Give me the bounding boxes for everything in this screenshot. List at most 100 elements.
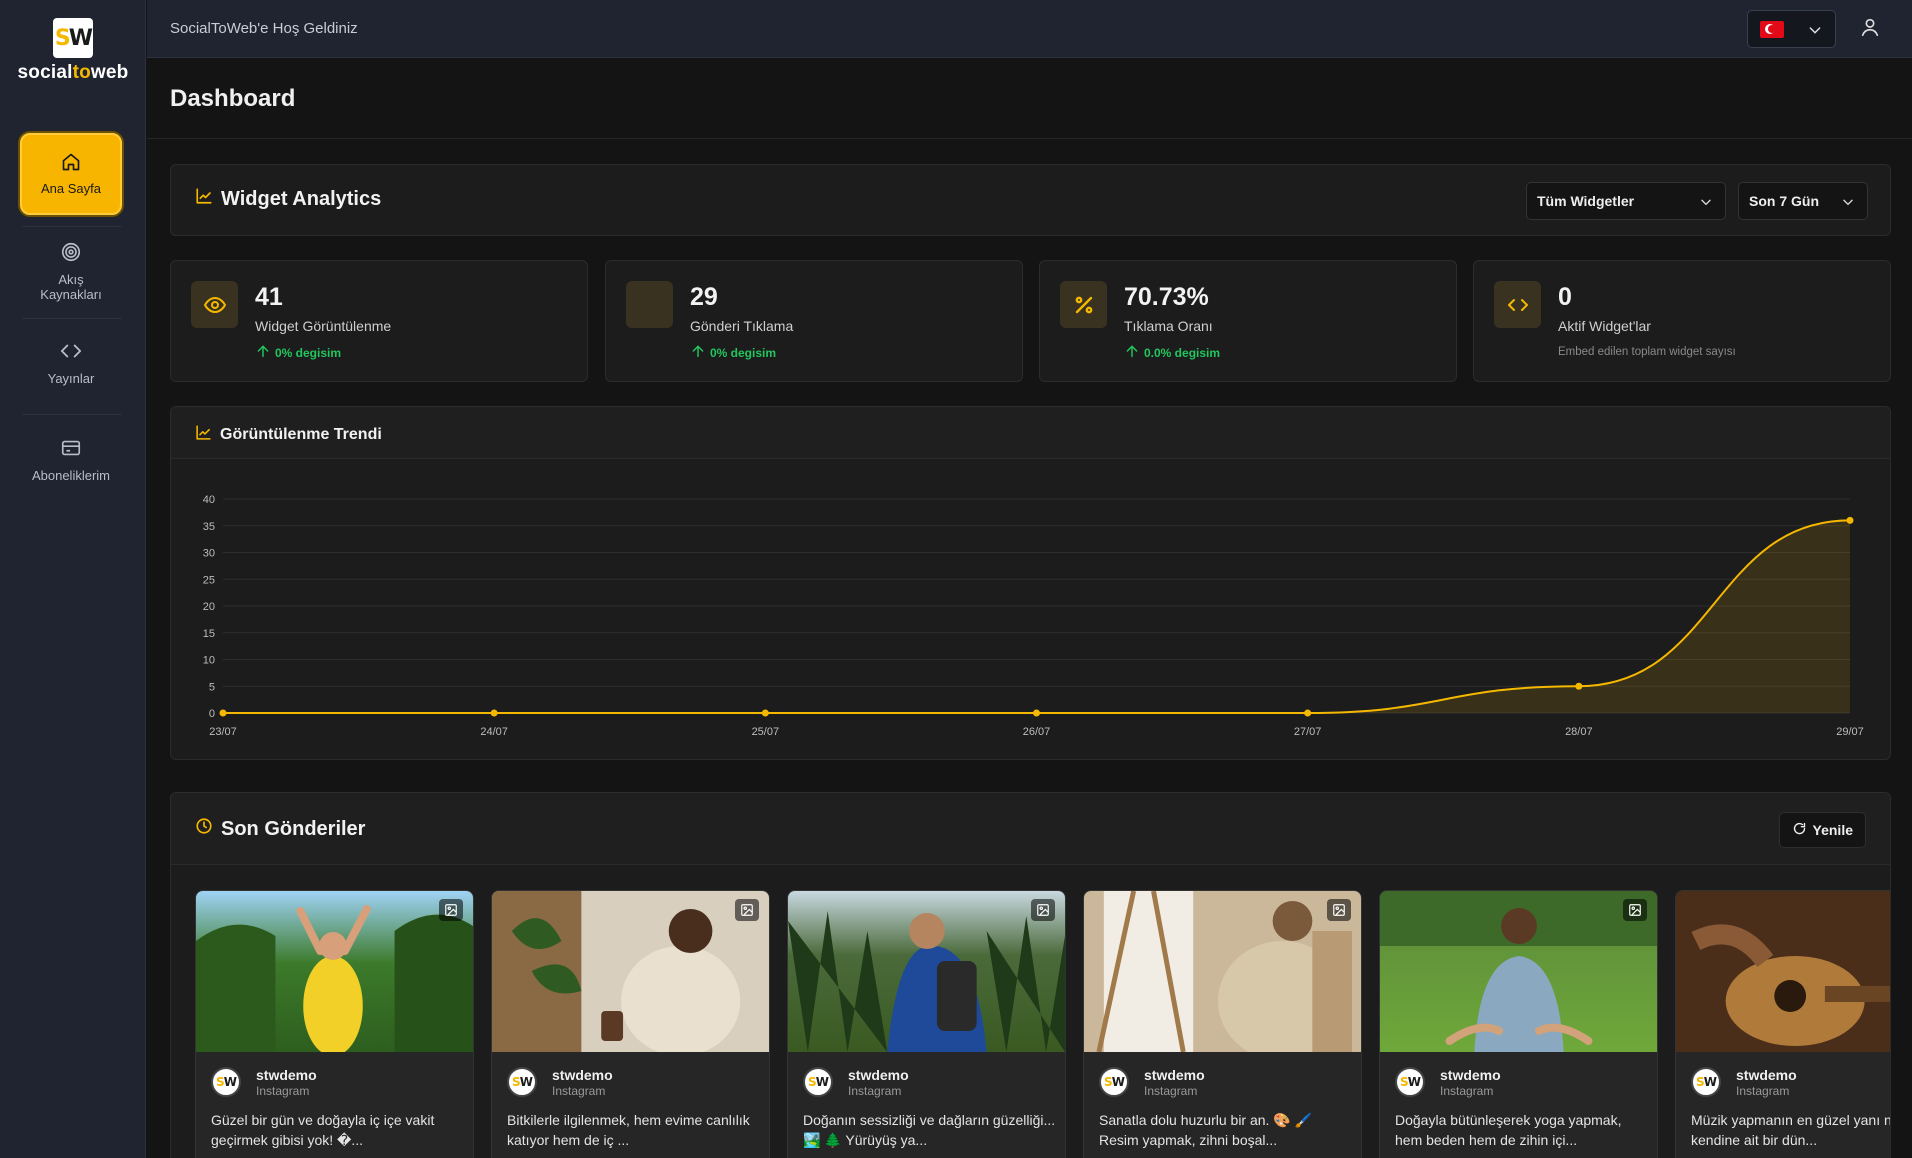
post-text: Doğayla bütünleşerek yoga yapmak, hem be…	[1395, 1112, 1622, 1148]
code-icon	[60, 340, 82, 365]
stat-change: 0% degisim	[255, 343, 341, 362]
stat-value: 29	[690, 283, 718, 311]
chevron-down-icon	[1807, 22, 1823, 43]
post-card[interactable]: SW stwdemo Instagram Güzel bir gün ve do…	[195, 890, 474, 1158]
chevron-down-icon	[1699, 195, 1713, 212]
post-username: stwdemo	[1144, 1067, 1205, 1083]
post-text: Güzel bir gün ve doğayla iç içe vakit ge…	[211, 1112, 435, 1148]
sidebar-item-label: Yayınlar	[47, 371, 95, 386]
y-tick-label: 40	[203, 494, 215, 506]
stat-label: Widget Görüntülenme	[255, 318, 392, 334]
stat-card-widget-views: 41 Widget Görüntülenme 0% degisim	[170, 260, 588, 382]
post-card[interactable]: SW stwdemo Instagram Doğanın sessizliği …	[787, 890, 1066, 1158]
trending-chart-icon	[195, 187, 213, 211]
y-tick-label: 20	[203, 601, 215, 613]
stat-card-click-rate: 70.73% Tıklama Oranı 0.0% degisim	[1039, 260, 1457, 382]
post-source: Instagram	[1440, 1084, 1494, 1098]
stat-label: Tıklama Oranı	[1124, 318, 1213, 334]
post-card[interactable]: SW stwdemo Instagram Müzik yapmanın en g…	[1675, 890, 1890, 1158]
arrow-up-icon	[1124, 343, 1140, 362]
turkey-flag-icon	[1760, 20, 1784, 38]
posts-header: Son Gönderiler Yenile	[171, 793, 1890, 865]
y-tick-label: 5	[209, 681, 215, 693]
stat-label: Aktif Widget'lar	[1558, 318, 1651, 334]
post-username: stwdemo	[256, 1067, 317, 1083]
data-point	[1304, 709, 1312, 717]
page-header: Dashboard	[147, 59, 1912, 139]
post-username: stwdemo	[552, 1067, 613, 1083]
chevron-down-icon	[1841, 195, 1855, 212]
stat-value: 0	[1558, 283, 1572, 311]
post-source: Instagram	[848, 1084, 902, 1098]
language-select[interactable]	[1747, 10, 1836, 48]
user-icon	[1859, 18, 1881, 42]
sidebar-item-label: Ana Sayfa	[41, 181, 101, 196]
post-card[interactable]: SW stwdemo Instagram Sanatla dolu huzurl…	[1083, 890, 1362, 1158]
sidebar-item-feed-sources[interactable]: Akış Kaynakları	[20, 234, 122, 308]
data-point	[1846, 516, 1854, 524]
x-tick-label: 23/07	[209, 726, 237, 738]
avatar: SW	[1099, 1067, 1129, 1097]
stat-label: Gönderi Tıklama	[690, 318, 794, 334]
y-tick-label: 35	[203, 521, 215, 533]
avatar: SW	[211, 1067, 241, 1097]
stat-note: Embed edilen toplam widget sayısı	[1558, 346, 1736, 358]
widget-filter-select[interactable]: Tüm Widgetler	[1526, 182, 1726, 220]
post-username: stwdemo	[1736, 1067, 1797, 1083]
data-point	[1033, 709, 1040, 717]
views-trend-card: Görüntülenme Trendi 0 5 10 15 20 25 30 35 40 23/0…	[170, 406, 1891, 760]
sidebar-item-publications[interactable]: Yayınlar	[20, 330, 122, 396]
image-type-icon	[1327, 899, 1351, 921]
target-icon	[60, 241, 82, 266]
y-tick-label: 0	[209, 708, 215, 720]
page-title: Dashboard	[170, 85, 296, 112]
sidebar-item-subscriptions[interactable]: Aboneliklerim	[20, 428, 122, 492]
period-filter-select[interactable]: Son 7 Gün	[1738, 182, 1868, 220]
image-type-icon	[439, 899, 463, 921]
post-card[interactable]: SW stwdemo Instagram Bitkilerle ilgilenm…	[491, 890, 770, 1158]
blank-icon	[626, 281, 673, 328]
arrow-up-icon	[690, 343, 706, 362]
avatar: SW	[1691, 1067, 1721, 1097]
post-image	[1380, 891, 1657, 1052]
sidebar-item-home[interactable]: Ana Sayfa	[20, 133, 122, 215]
data-point	[490, 709, 498, 717]
topbar: SocialToWeb'e Hoş Geldiniz	[147, 0, 1912, 58]
x-tick-label: 27/07	[1294, 726, 1322, 738]
post-card[interactable]: SW stwdemo Instagram Doğayla bütünleşere…	[1379, 890, 1658, 1158]
logo-text: socialtoweb	[17, 62, 129, 83]
post-image	[196, 891, 473, 1052]
trending-chart-icon	[195, 424, 212, 446]
recent-posts-card: Son Gönderiler Yenile SW stwdemo Instagr…	[170, 792, 1891, 1158]
refresh-button[interactable]: Yenile	[1778, 812, 1866, 848]
x-tick-label: 29/07	[1836, 726, 1864, 738]
clock-icon	[195, 817, 213, 841]
y-tick-label: 30	[203, 548, 215, 560]
y-tick-label: 15	[203, 628, 215, 640]
code-icon	[1494, 281, 1541, 328]
divider	[22, 226, 122, 227]
welcome-text: SocialToWeb'e Hoş Geldiniz	[170, 20, 358, 37]
logo[interactable]: SW socialtoweb	[0, 18, 146, 84]
post-text: Bitkilerle ilgilenmek, hem evime canlılı…	[507, 1112, 750, 1148]
user-menu-button[interactable]	[1859, 16, 1881, 43]
post-image	[1676, 891, 1890, 1052]
credit-card-icon	[60, 437, 82, 462]
x-tick-label: 25/07	[752, 726, 780, 738]
image-type-icon	[735, 899, 759, 921]
section-title: Son Gönderiler	[195, 817, 365, 841]
stat-card-active-widgets: 0 Aktif Widget'lar Embed edilen toplam w…	[1473, 260, 1891, 382]
stat-change: 0% degisim	[690, 343, 776, 362]
sidebar: SW socialtoweb Ana Sayfa Akış Kaynakları…	[0, 0, 146, 1158]
x-tick-label: 26/07	[1023, 726, 1051, 738]
eye-icon	[191, 281, 238, 328]
post-text: Müzik yapmanın en güzel yanı notada kend…	[1691, 1112, 1890, 1148]
post-source: Instagram	[1144, 1084, 1198, 1098]
sidebar-item-label: Akış Kaynakları	[40, 271, 102, 302]
post-text: Doğanın sessizliği ve dağların güzelliği…	[803, 1112, 1056, 1148]
data-point	[761, 709, 769, 717]
post-username: stwdemo	[848, 1067, 909, 1083]
refresh-icon	[1792, 821, 1807, 839]
logo-mark: SW	[53, 18, 93, 58]
avatar: SW	[1395, 1067, 1425, 1097]
